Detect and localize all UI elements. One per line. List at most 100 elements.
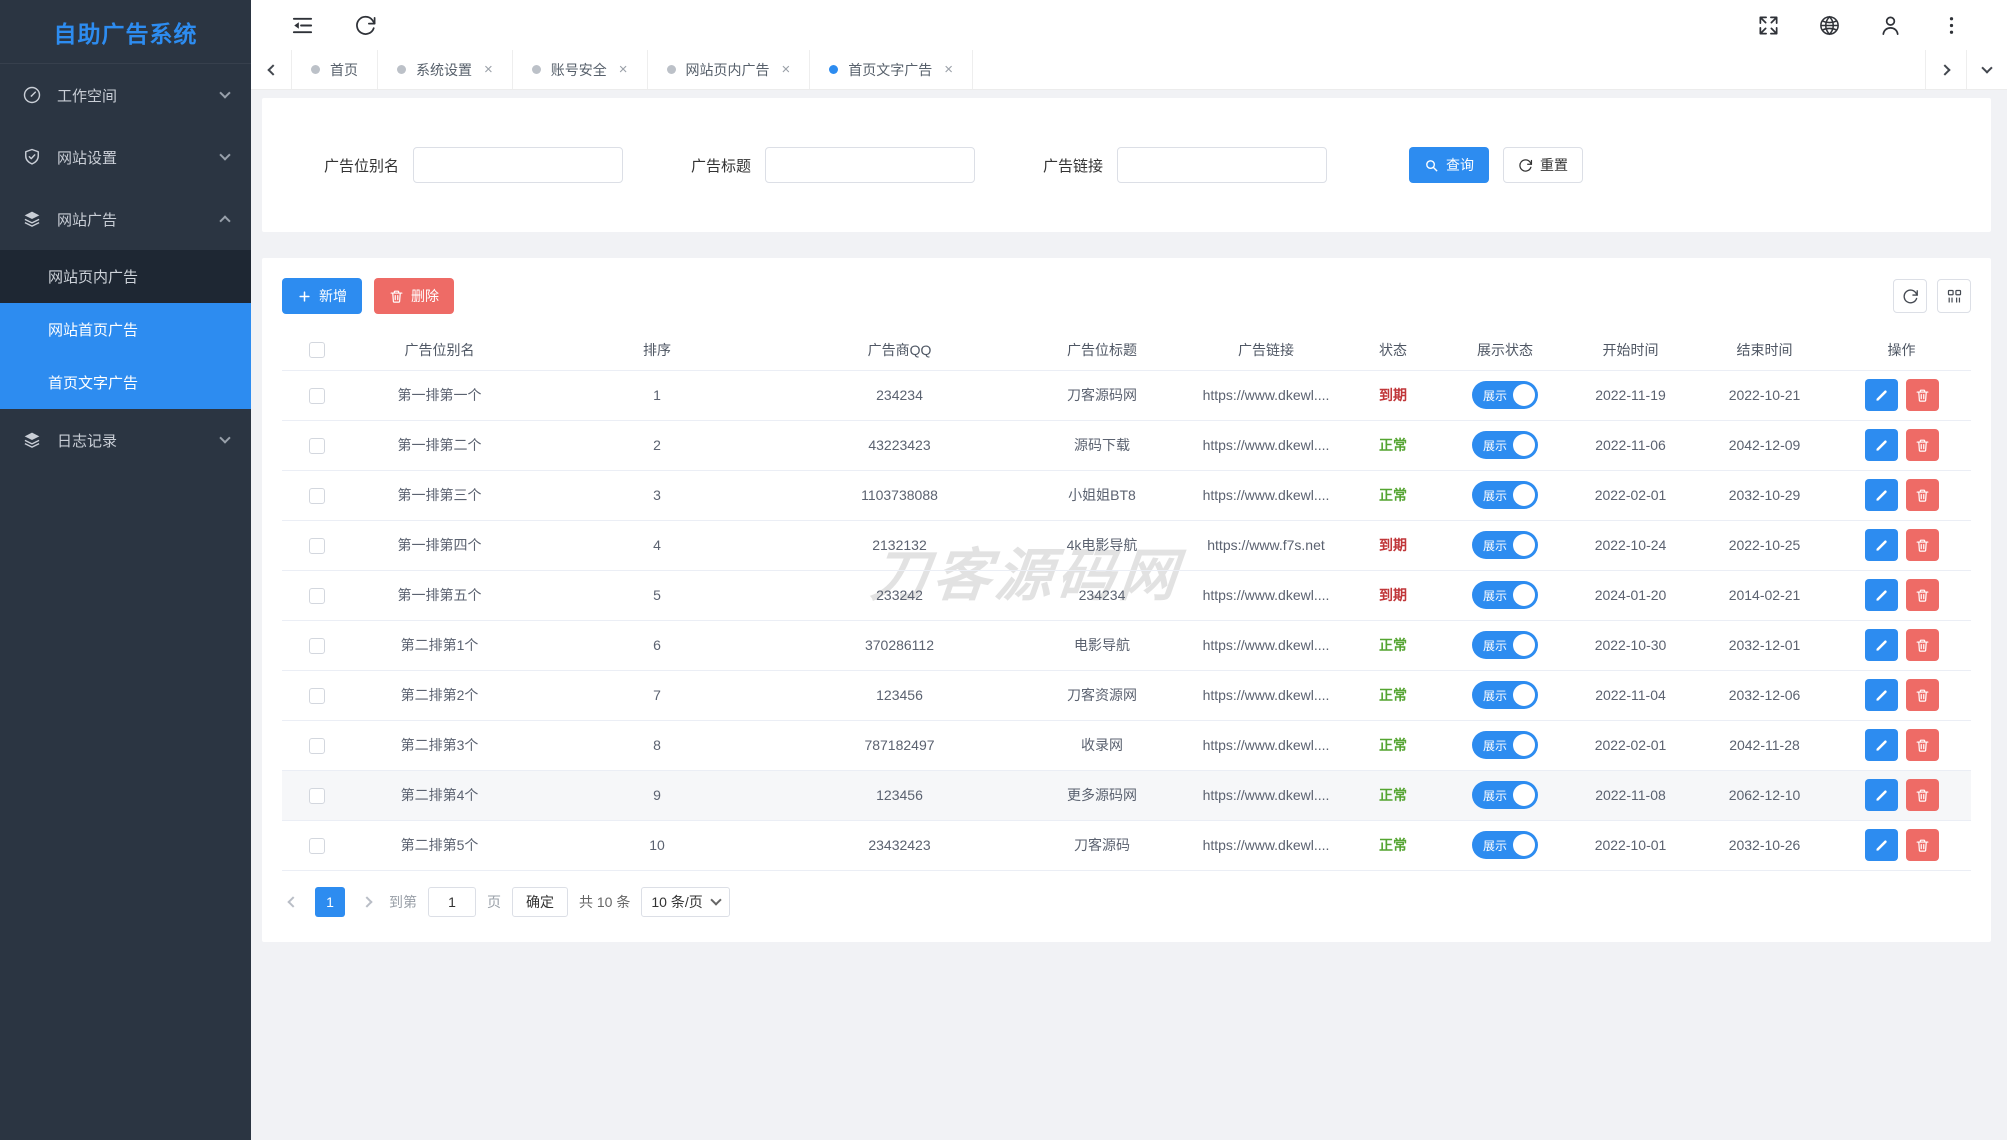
row-checkbox[interactable] bbox=[309, 438, 325, 454]
sidebar-item-logs[interactable]: 日志记录 bbox=[0, 409, 251, 471]
sidebar-subitem[interactable]: 网站首页广告 bbox=[0, 303, 251, 356]
row-checkbox[interactable] bbox=[309, 688, 325, 704]
add-button[interactable]: 新增 bbox=[282, 278, 362, 314]
display-toggle[interactable]: 展示 bbox=[1472, 431, 1538, 459]
delete-row-button[interactable] bbox=[1906, 829, 1939, 861]
column-settings-button[interactable] bbox=[1937, 279, 1971, 313]
edit-button[interactable] bbox=[1865, 629, 1898, 661]
row-checkbox[interactable] bbox=[309, 538, 325, 554]
tab-3[interactable]: 网站页内广告× bbox=[648, 50, 811, 89]
display-toggle[interactable]: 展示 bbox=[1472, 381, 1538, 409]
goto-confirm-button[interactable]: 确定 bbox=[512, 887, 568, 917]
row-checkbox[interactable] bbox=[309, 788, 325, 804]
refresh-icon[interactable] bbox=[354, 14, 377, 37]
delete-row-button[interactable] bbox=[1906, 679, 1939, 711]
display-toggle[interactable]: 展示 bbox=[1472, 531, 1538, 559]
add-button-label: 新增 bbox=[319, 286, 347, 306]
table-refresh-button[interactable] bbox=[1893, 279, 1927, 313]
column-header: 开始时间 bbox=[1564, 330, 1697, 370]
delete-button[interactable]: 删除 bbox=[374, 278, 454, 314]
search-input-1[interactable] bbox=[765, 147, 975, 183]
next-page-button[interactable] bbox=[356, 887, 378, 917]
page-size-value: 10 条/页 bbox=[651, 892, 702, 912]
row-checkbox[interactable] bbox=[309, 488, 325, 504]
page-size-select[interactable]: 10 条/页 bbox=[641, 887, 729, 917]
fullscreen-icon[interactable] bbox=[1757, 14, 1780, 37]
delete-row-button[interactable] bbox=[1906, 579, 1939, 611]
collapse-menu-icon[interactable] bbox=[291, 14, 314, 37]
edit-button[interactable] bbox=[1865, 579, 1898, 611]
row-checkbox[interactable] bbox=[309, 588, 325, 604]
display-toggle[interactable]: 展示 bbox=[1472, 581, 1538, 609]
row-start-date: 2022-02-01 bbox=[1564, 470, 1697, 520]
close-icon[interactable]: × bbox=[619, 62, 628, 77]
tabs-scroll-right[interactable] bbox=[1925, 50, 1966, 89]
close-icon[interactable]: × bbox=[782, 62, 791, 77]
row-end-date: 2014-02-21 bbox=[1697, 570, 1832, 620]
reset-button[interactable]: 重置 bbox=[1503, 147, 1583, 183]
display-toggle[interactable]: 展示 bbox=[1472, 831, 1538, 859]
sidebar-item-site-ads[interactable]: 网站广告 bbox=[0, 188, 251, 250]
delete-row-button[interactable] bbox=[1906, 779, 1939, 811]
row-title: 电影导航 bbox=[1012, 620, 1192, 670]
edit-button[interactable] bbox=[1865, 379, 1898, 411]
display-toggle[interactable]: 展示 bbox=[1472, 481, 1538, 509]
edit-button[interactable] bbox=[1865, 779, 1898, 811]
toggle-knob bbox=[1513, 784, 1535, 806]
row-checkbox[interactable] bbox=[309, 738, 325, 754]
edit-button[interactable] bbox=[1865, 679, 1898, 711]
delete-row-button[interactable] bbox=[1906, 429, 1939, 461]
row-status-cell: 正常 bbox=[1340, 820, 1446, 870]
sidebar-subitem[interactable]: 网站页内广告 bbox=[0, 250, 251, 303]
query-button[interactable]: 查询 bbox=[1409, 147, 1489, 183]
edit-button[interactable] bbox=[1865, 529, 1898, 561]
search-field-group: 广告链接 bbox=[1043, 147, 1327, 183]
row-checkbox[interactable] bbox=[309, 638, 325, 654]
tab-0[interactable]: 首页 bbox=[292, 50, 378, 89]
globe-icon[interactable] bbox=[1818, 14, 1841, 37]
delete-row-button[interactable] bbox=[1906, 629, 1939, 661]
prev-page-button[interactable] bbox=[282, 887, 304, 917]
display-toggle[interactable]: 展示 bbox=[1472, 731, 1538, 759]
edit-button[interactable] bbox=[1865, 829, 1898, 861]
row-checkbox[interactable] bbox=[309, 838, 325, 854]
display-toggle[interactable]: 展示 bbox=[1472, 681, 1538, 709]
tabs-menu-toggle[interactable] bbox=[1966, 50, 2007, 89]
sidebar-item-workspace[interactable]: 工作空间 bbox=[0, 64, 251, 126]
column-header: 排序 bbox=[527, 330, 787, 370]
tab-label: 首页 bbox=[330, 60, 358, 80]
search-input-2[interactable] bbox=[1117, 147, 1327, 183]
page-number[interactable]: 1 bbox=[315, 887, 345, 917]
close-icon[interactable]: × bbox=[484, 62, 493, 77]
row-title: 刀客源码网 bbox=[1012, 370, 1192, 420]
row-checkbox-cell bbox=[282, 770, 352, 820]
display-toggle[interactable]: 展示 bbox=[1472, 631, 1538, 659]
tabs-scroll-left[interactable] bbox=[251, 50, 292, 89]
close-icon[interactable]: × bbox=[944, 62, 953, 77]
goto-page-input[interactable] bbox=[428, 887, 476, 917]
tab-1[interactable]: 系统设置× bbox=[378, 50, 513, 89]
row-display-cell: 展示 bbox=[1446, 470, 1564, 520]
display-toggle[interactable]: 展示 bbox=[1472, 781, 1538, 809]
row-display-cell: 展示 bbox=[1446, 770, 1564, 820]
more-vertical-icon[interactable] bbox=[1940, 14, 1963, 37]
select-all-checkbox[interactable] bbox=[309, 342, 325, 358]
tab-4[interactable]: 首页文字广告× bbox=[810, 50, 973, 89]
row-title: 4k电影导航 bbox=[1012, 520, 1192, 570]
row-display-cell: 展示 bbox=[1446, 720, 1564, 770]
delete-row-button[interactable] bbox=[1906, 479, 1939, 511]
user-icon[interactable] bbox=[1879, 14, 1902, 37]
delete-row-button[interactable] bbox=[1906, 529, 1939, 561]
tab-2[interactable]: 账号安全× bbox=[513, 50, 648, 89]
delete-row-button[interactable] bbox=[1906, 379, 1939, 411]
search-input-0[interactable] bbox=[413, 147, 623, 183]
sidebar-subitem[interactable]: 首页文字广告 bbox=[0, 356, 251, 409]
row-checkbox[interactable] bbox=[309, 388, 325, 404]
delete-row-button[interactable] bbox=[1906, 729, 1939, 761]
edit-button[interactable] bbox=[1865, 429, 1898, 461]
edit-button[interactable] bbox=[1865, 729, 1898, 761]
edit-button[interactable] bbox=[1865, 479, 1898, 511]
row-title: 收录网 bbox=[1012, 720, 1192, 770]
row-end-date: 2022-10-25 bbox=[1697, 520, 1832, 570]
sidebar-item-site-settings[interactable]: 网站设置 bbox=[0, 126, 251, 188]
